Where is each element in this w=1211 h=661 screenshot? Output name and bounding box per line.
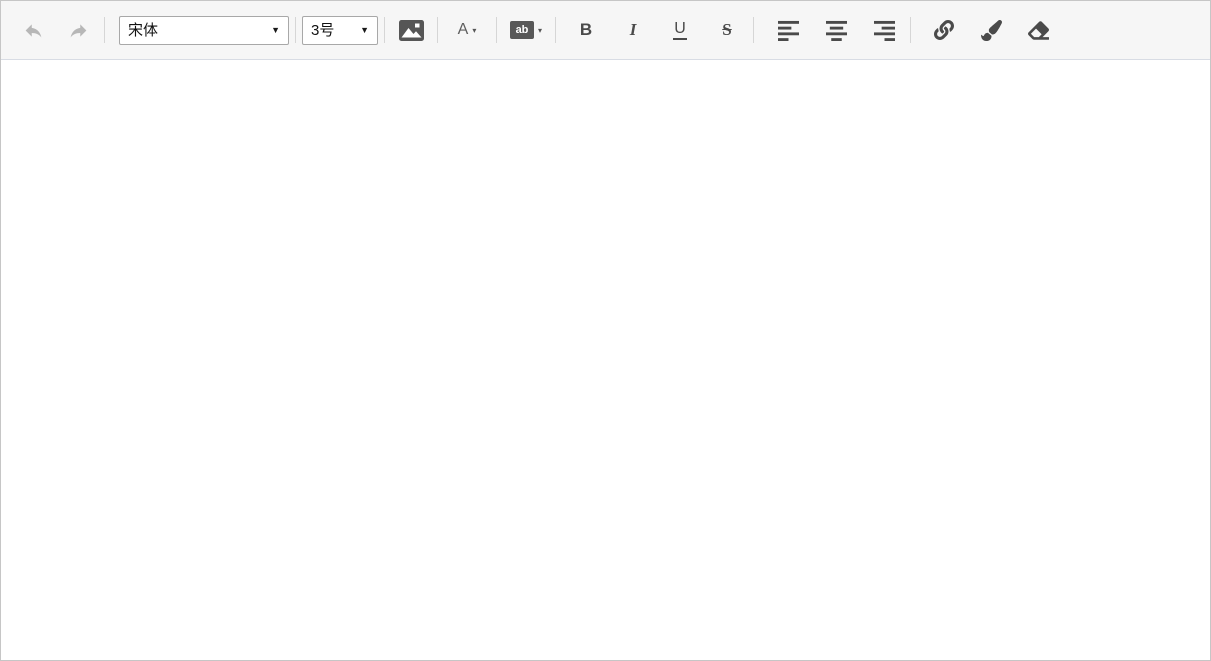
caret-down-icon: ▾ <box>472 25 477 35</box>
toolbar-divider <box>753 17 754 43</box>
font-color-icon: A <box>457 21 469 38</box>
select-arrow-icon: ▼ <box>360 24 369 35</box>
align-left-icon <box>777 20 800 41</box>
font-color-button[interactable]: A ▾ <box>444 12 490 48</box>
toolbar-divider <box>384 17 385 43</box>
underline-button[interactable]: U <box>660 12 700 48</box>
align-right-icon <box>873 20 896 41</box>
rich-text-editor: 宋体 ▼ 3号 ▼ A ▾ ab ▾ B I U S <box>0 0 1211 661</box>
bold-icon: B <box>579 20 593 39</box>
clear-format-button[interactable] <box>1018 12 1058 48</box>
format-brush-button[interactable] <box>971 12 1011 48</box>
strikethrough-icon: S <box>722 20 732 39</box>
toolbar-divider <box>910 17 911 43</box>
toolbar-divider <box>104 17 105 43</box>
align-right-button[interactable] <box>864 12 904 48</box>
toolbar-divider <box>437 17 438 43</box>
font-size-select[interactable]: 3号 ▼ <box>302 15 378 45</box>
highlight-color-icon: ab <box>509 21 534 39</box>
undo-button[interactable] <box>13 12 53 48</box>
font-family-value: 宋体 <box>128 21 159 39</box>
toolbar-divider <box>555 17 556 43</box>
editor-toolbar: 宋体 ▼ 3号 ▼ A ▾ ab ▾ B I U S <box>1 1 1210 60</box>
insert-image-button[interactable] <box>391 12 431 48</box>
align-left-button[interactable] <box>768 12 808 48</box>
select-arrow-icon: ▼ <box>271 24 280 35</box>
font-family-select[interactable]: 宋体 ▼ <box>119 15 289 45</box>
caret-down-icon: ▾ <box>537 25 542 35</box>
brush-icon <box>980 19 1002 41</box>
insert-link-button[interactable] <box>924 12 964 48</box>
font-size-value: 3号 <box>311 21 335 39</box>
italic-button[interactable]: I <box>613 12 653 48</box>
redo-button[interactable] <box>58 12 98 48</box>
bold-button[interactable]: B <box>566 12 606 48</box>
align-center-icon <box>825 20 848 41</box>
highlight-color-button[interactable]: ab ▾ <box>503 12 549 48</box>
strikethrough-button[interactable]: S <box>707 12 747 48</box>
link-icon <box>934 20 954 40</box>
undo-icon <box>23 20 44 41</box>
underline-icon: U <box>673 20 687 41</box>
redo-icon <box>68 20 89 41</box>
editor-content[interactable] <box>1 60 1210 660</box>
align-center-button[interactable] <box>816 12 856 48</box>
toolbar-divider <box>295 17 296 43</box>
eraser-icon <box>1027 20 1049 41</box>
italic-icon: I <box>629 20 637 39</box>
image-icon <box>398 19 424 41</box>
toolbar-divider <box>496 17 497 43</box>
